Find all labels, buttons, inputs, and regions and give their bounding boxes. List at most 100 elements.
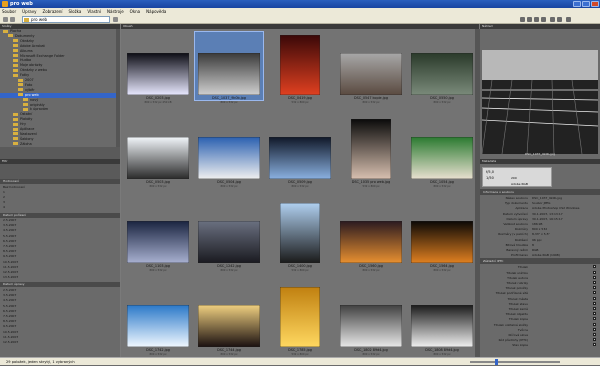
thumbnail[interactable]: DSC_1808 89d4.jpg 800 x 532 px bbox=[407, 283, 477, 356]
close-button[interactable] bbox=[591, 1, 599, 7]
thumbnail[interactable]: DSC_1054.jpg 800 x 532 px bbox=[407, 115, 477, 188]
edit-checkbox-icon[interactable] bbox=[593, 301, 596, 305]
rotate-left-icon[interactable] bbox=[534, 17, 539, 22]
thumbnail[interactable]: DSC_1400.jpg 532 x 800 px bbox=[265, 199, 335, 272]
thumbnail-filename: DSC_0419.jpg bbox=[288, 96, 312, 100]
edit-checkbox-icon[interactable] bbox=[593, 265, 596, 269]
thumbnail[interactable]: DSC_1035 pro web.jpg 532 x 800 px bbox=[336, 115, 406, 188]
tree-node-label: Šablony bbox=[20, 136, 34, 141]
minimize-button[interactable] bbox=[573, 1, 581, 7]
thumbnail[interactable]: DSC_1785.jpg 532 x 800 px bbox=[265, 283, 335, 356]
tree-node-label: Aplikace bbox=[20, 127, 35, 131]
edit-checkbox-icon[interactable] bbox=[593, 317, 596, 321]
folder-icon bbox=[13, 132, 18, 136]
thumbnail-image bbox=[411, 53, 473, 95]
path-field[interactable]: pro web bbox=[22, 16, 110, 23]
thumbnail[interactable]: DSC_1742.jpg 800 x 532 px bbox=[123, 283, 193, 356]
window-title: pro web bbox=[10, 1, 33, 7]
folder-icon bbox=[13, 127, 18, 131]
iptc-row[interactable]: Stav kopie bbox=[480, 342, 600, 348]
tree-scrollbar[interactable] bbox=[116, 29, 120, 147]
thumbnail-dimensions: 800 x 532 px bbox=[149, 352, 167, 356]
thumbnail-dimensions: 800 x 532 px bbox=[220, 184, 238, 188]
thumbnail[interactable]: DSC_1802 89d4.jpg 800 x 532 px bbox=[336, 283, 406, 356]
maximize-button[interactable] bbox=[582, 1, 590, 7]
folder-icon bbox=[8, 34, 13, 38]
menu-okna[interactable]: Okna bbox=[130, 9, 140, 14]
edit-checkbox-icon[interactable] bbox=[593, 281, 596, 284]
thumbnail-filename: DSC_0550.jpg bbox=[430, 96, 454, 100]
refresh-icon[interactable] bbox=[527, 17, 532, 22]
menu-zobrazeni[interactable]: Zobrazení bbox=[42, 9, 62, 14]
edit-checkbox-icon[interactable] bbox=[593, 343, 596, 347]
thumbnail-filename: DSC_1785.jpg bbox=[288, 348, 312, 352]
thumbnail[interactable]: DSC_0419.jpg 532 x 800 px bbox=[265, 31, 335, 104]
preview-panel-head: Náhled bbox=[480, 24, 600, 29]
zoom-slider-knob[interactable] bbox=[495, 359, 498, 365]
tree-node-label: Plakáty bbox=[20, 117, 33, 122]
thumbnail[interactable]: DSC_1560.jpg 800 x 532 px bbox=[336, 199, 406, 272]
filter-row[interactable]: 4 bbox=[0, 205, 120, 210]
edit-checkbox-icon[interactable] bbox=[593, 286, 596, 290]
filter-section-head[interactable]: Datum pořízení bbox=[0, 212, 120, 218]
tree-node-label: Fotky bbox=[20, 73, 30, 78]
edit-checkbox-icon[interactable] bbox=[593, 312, 596, 316]
thumbnail-filename: DSC_1802 89d4.jpg bbox=[354, 348, 388, 352]
thumbnail-image bbox=[198, 305, 260, 347]
edit-checkbox-icon[interactable] bbox=[593, 275, 596, 279]
camera-icon[interactable] bbox=[520, 17, 525, 22]
menu-nastroje[interactable]: Nástroje bbox=[107, 9, 124, 14]
menu-bar: Soubor Úpravy Zobrazení Složka Vlastní N… bbox=[0, 8, 600, 15]
thumbnail-image bbox=[127, 305, 189, 347]
filter-section-head[interactable]: Hodnocení bbox=[0, 179, 120, 184]
thumbnail[interactable]: DSC_0509.jpg 800 x 532 px bbox=[265, 115, 335, 188]
filter-section-head[interactable]: Datum úpravy bbox=[0, 282, 120, 288]
menu-vlastni[interactable]: Vlastní bbox=[87, 9, 101, 14]
view-icon[interactable] bbox=[557, 17, 562, 22]
edit-checkbox-icon[interactable] bbox=[593, 322, 596, 326]
thumbnail-image bbox=[198, 53, 260, 95]
thumbnail[interactable]: DSC_1744.jpg 800 x 532 px bbox=[194, 283, 264, 356]
tree-node[interactable]: Záloha bbox=[0, 142, 116, 147]
folder-tree: Plocha Dokumenty Obrázky Adobe Acrobat Album… bbox=[0, 29, 120, 147]
path-value: pro web bbox=[31, 17, 48, 22]
thumbnail[interactable]: DSC_1037_9k0b.jpg 800 x 532 px bbox=[194, 31, 264, 104]
thumbnail[interactable]: DSC_1103.jpg 800 x 532 px bbox=[123, 199, 193, 272]
thumbnail[interactable]: DSC_1564.jpg 800 x 532 px bbox=[407, 199, 477, 272]
content-panel-head: Obsah bbox=[121, 24, 479, 29]
preview-caption: DSC_1037_9k0b.jpg bbox=[525, 152, 555, 156]
thumbnail[interactable]: DSC_1242.jpg 800 x 532 px bbox=[194, 199, 264, 272]
thumbnail[interactable]: DSC_0504.jpg 800 x 532 px bbox=[194, 115, 264, 188]
forward-icon[interactable] bbox=[10, 17, 15, 22]
thumbnail[interactable]: DSC_0550.jpg 800 x 532 px bbox=[407, 31, 477, 104]
folder-icon bbox=[23, 98, 28, 102]
new-folder-icon[interactable] bbox=[550, 17, 555, 22]
edit-checkbox-icon[interactable] bbox=[593, 338, 596, 342]
edit-checkbox-icon[interactable] bbox=[593, 327, 596, 331]
edit-checkbox-icon[interactable] bbox=[593, 307, 596, 310]
thumbnail[interactable]: DSC_0203.jpg 800 x 532 px 450 kB bbox=[123, 31, 193, 104]
filter-row[interactable]: 13.5.2007 bbox=[0, 275, 120, 280]
back-icon[interactable] bbox=[3, 17, 8, 22]
aperture-value: f/5,0 bbox=[486, 170, 494, 174]
thumbnail-dimensions: 532 x 800 px bbox=[291, 100, 309, 104]
edit-checkbox-icon[interactable] bbox=[593, 291, 596, 295]
thumbnail[interactable]: DSC_0547 kopie.jpg 800 x 532 px bbox=[336, 31, 406, 104]
filter-row[interactable]: 12.5.2007 bbox=[0, 340, 120, 345]
up-folder-icon[interactable] bbox=[113, 17, 118, 22]
thumbnail[interactable]: DSC_0503.jpg 800 x 532 px bbox=[123, 115, 193, 188]
edit-checkbox-icon[interactable] bbox=[593, 270, 596, 274]
delete-icon[interactable] bbox=[566, 17, 571, 22]
menu-upravy[interactable]: Úpravy bbox=[22, 9, 36, 14]
rotate-right-icon[interactable] bbox=[541, 17, 546, 22]
folder-icon bbox=[23, 107, 28, 111]
edit-checkbox-icon[interactable] bbox=[593, 296, 596, 300]
folder-icon bbox=[13, 142, 18, 146]
folder-icon bbox=[13, 44, 18, 48]
menu-napoveda[interactable]: Nápověda bbox=[146, 9, 166, 14]
edit-checkbox-icon[interactable] bbox=[593, 333, 596, 336]
zoom-slider[interactable] bbox=[470, 361, 560, 363]
menu-slozka[interactable]: Složka bbox=[68, 9, 81, 14]
menu-soubor[interactable]: Soubor bbox=[2, 9, 16, 14]
folder-icon bbox=[13, 39, 18, 43]
